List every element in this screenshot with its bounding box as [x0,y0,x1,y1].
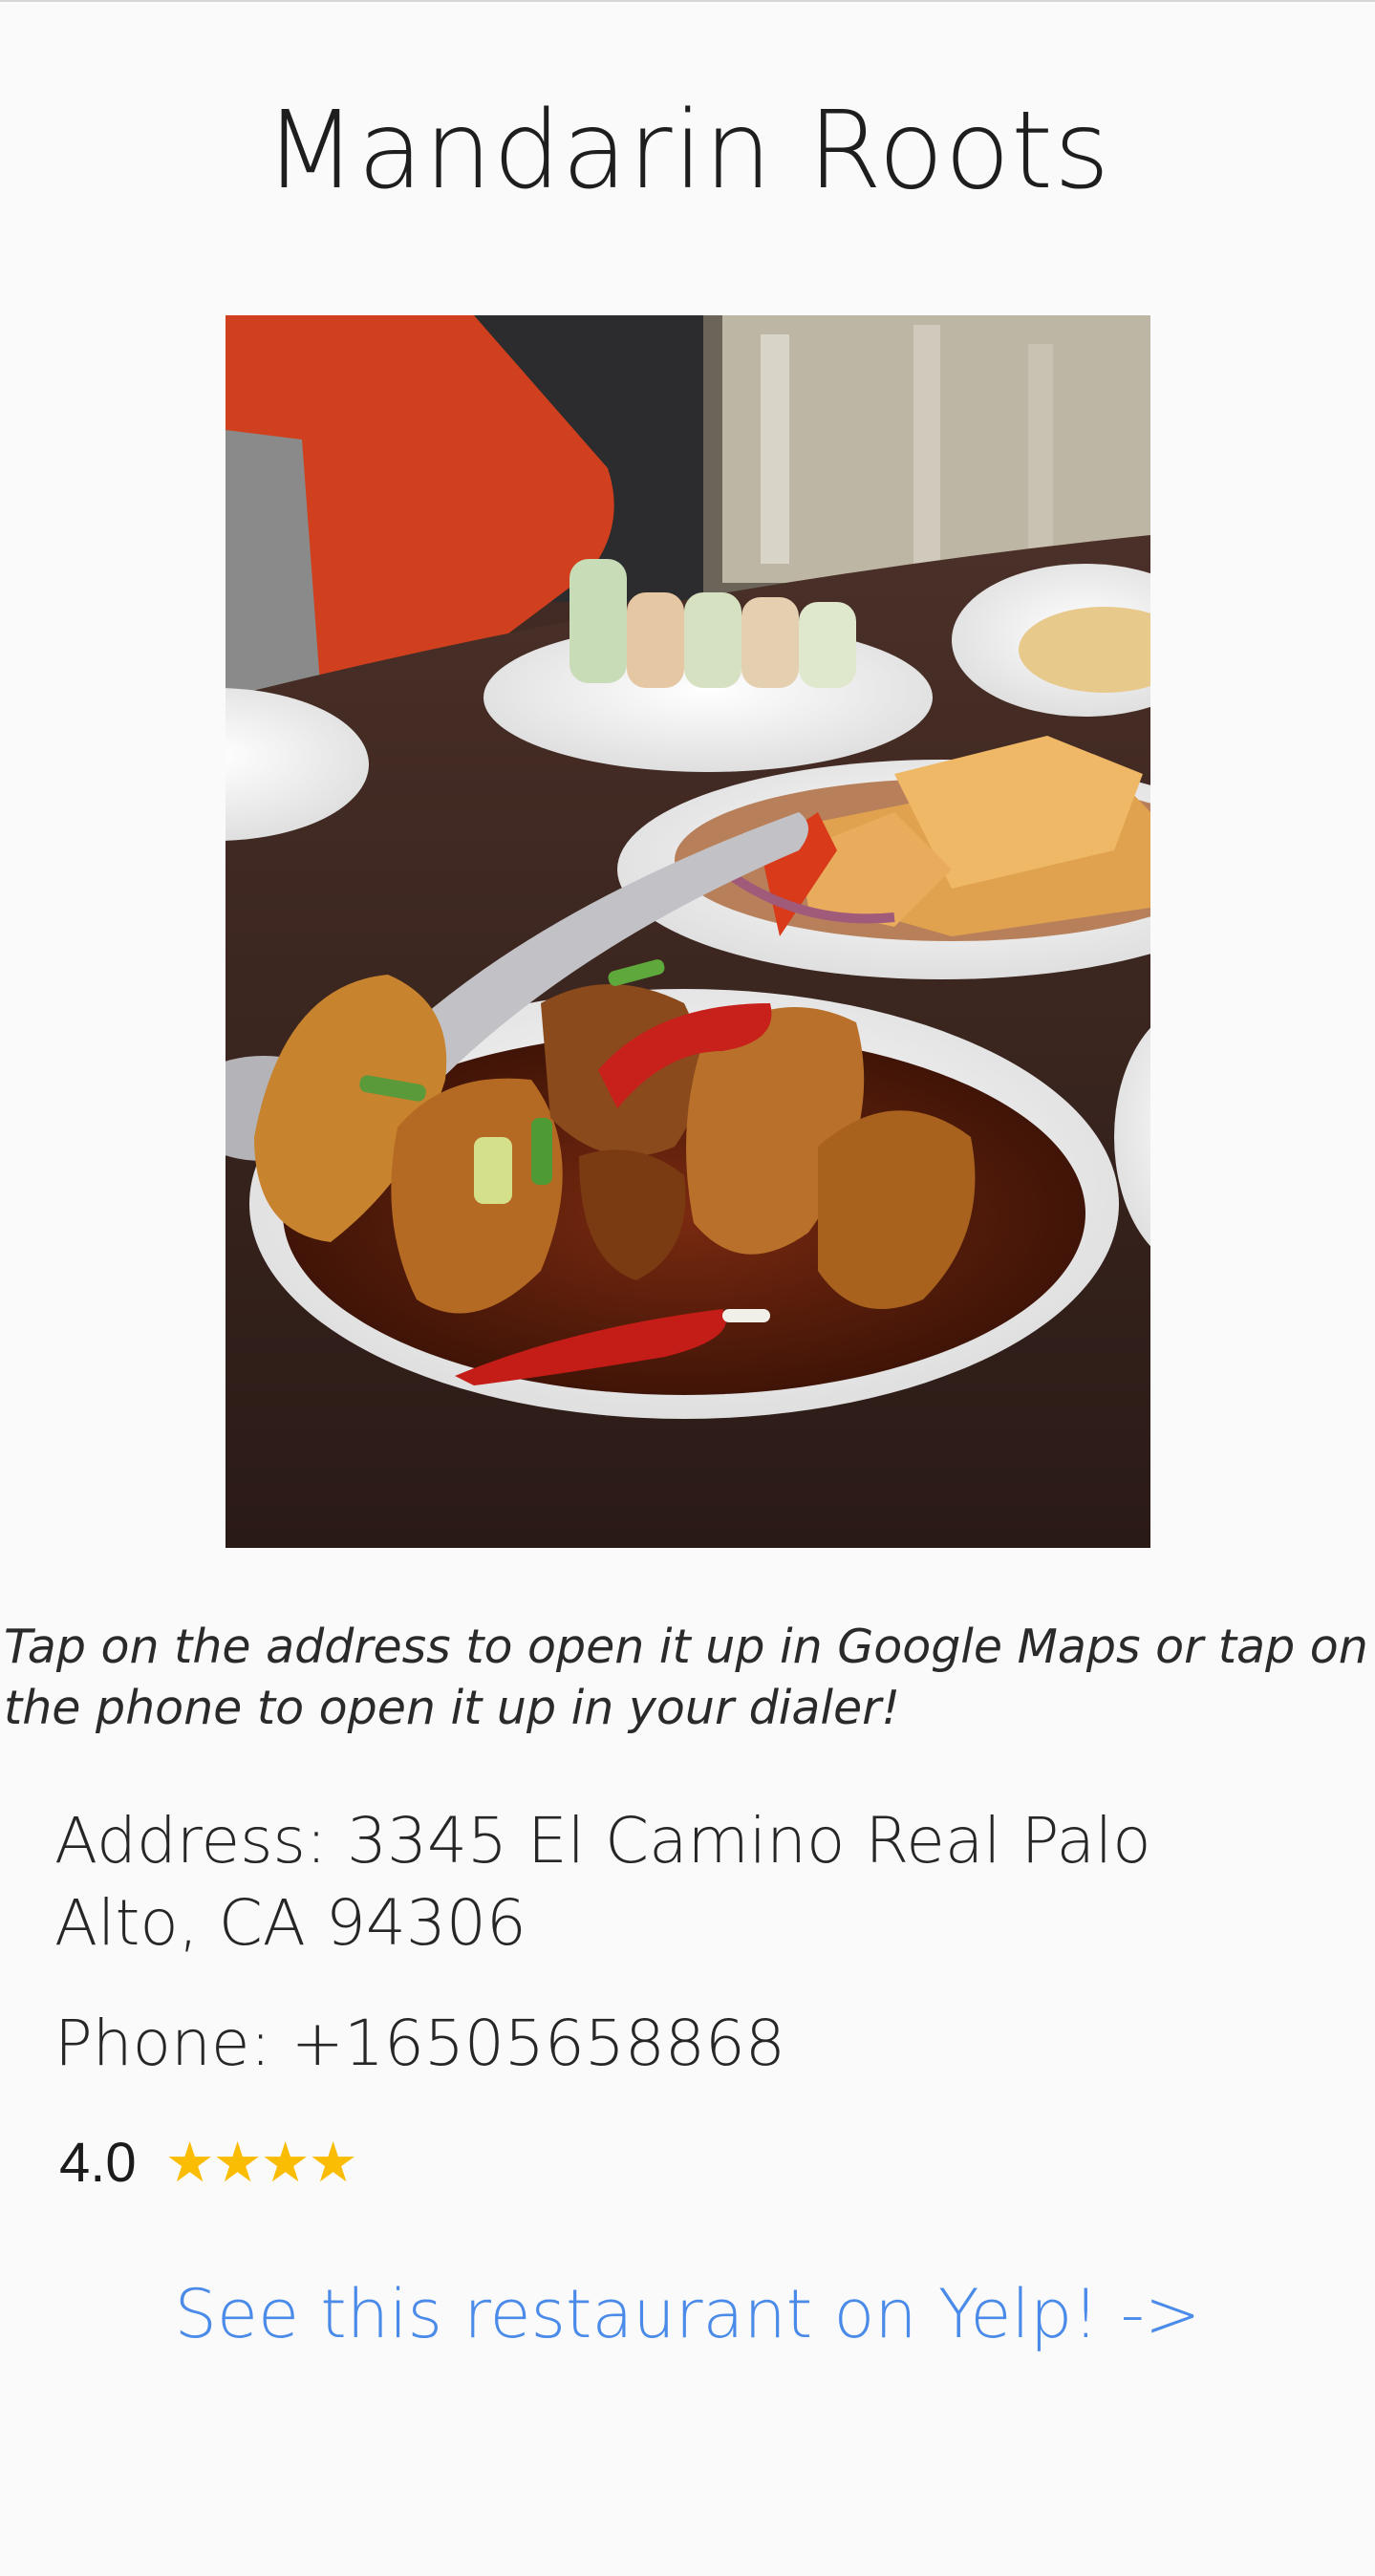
restaurant-title: Mandarin Roots [264,89,1111,213]
star-icon: ★ [260,2130,311,2195]
rating-row: 4.0 ★ ★ ★ ★ [59,2127,358,2198]
tap-instructions: Tap on the address to open it up in Goog… [4,1620,1368,1735]
star-icon: ★ [212,2130,263,2195]
address-link[interactable]: Address: 3345 El Camino Real Palo Alto, … [54,1800,1297,1964]
top-divider [0,0,1375,2]
rating-value: 4.0 [59,2131,137,2194]
rating-stars: ★ ★ ★ ★ [164,2130,358,2195]
restaurant-photo [226,315,1150,1548]
phone-link[interactable]: Phone: +16505658868 [54,2003,785,2085]
star-icon: ★ [308,2130,358,2195]
star-icon: ★ [164,2130,215,2195]
yelp-link[interactable]: See this restaurant on Yelp! -> [0,2266,1375,2362]
